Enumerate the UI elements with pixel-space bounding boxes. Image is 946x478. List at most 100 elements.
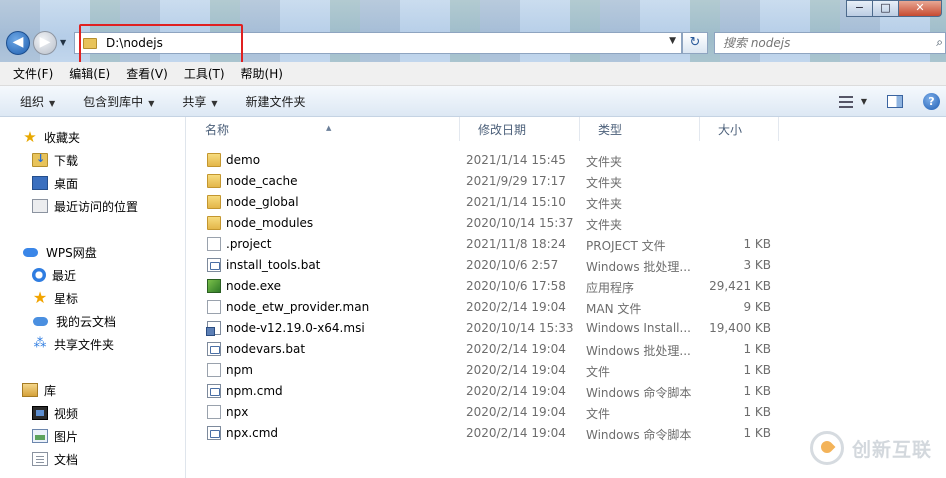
column-size-label: 大小 [718, 123, 743, 137]
column-date-label: 修改日期 [478, 123, 527, 137]
back-button[interactable]: ◀ [6, 31, 30, 55]
downloads-folder-icon [32, 152, 48, 167]
command-label: 组织 [20, 94, 45, 109]
folder-icon [207, 153, 221, 167]
file-row[interactable]: node-v12.19.0-x64.msi 2020/10/14 15:33 Win… [187, 318, 777, 339]
recent-pages-chevron-icon[interactable]: ▼ [60, 38, 66, 47]
desktop-icon [32, 176, 48, 190]
file-date: 2020/2/14 19:04 [466, 363, 566, 377]
file-row[interactable]: node_global 2021/1/14 15:10 文件夹 [187, 192, 777, 213]
maximize-button[interactable]: □ [872, 0, 899, 17]
close-button[interactable]: ✕ [898, 0, 942, 17]
file-row[interactable]: .project 2021/11/8 18:24 PROJECT 文件 1 KB [187, 234, 777, 255]
file-row[interactable]: nodevars.bat 2020/2/14 19:04 Windows 批处理..… [187, 339, 777, 360]
share-icon: ⁂ [33, 336, 47, 351]
column-header-name[interactable]: 名称 ▲ [187, 117, 460, 141]
search-input[interactable] [723, 36, 923, 50]
menu-item[interactable]: 工具(T) [184, 65, 225, 82]
file-size: 1 KB [743, 405, 771, 419]
forward-button[interactable]: ▶ [33, 31, 57, 55]
preview-pane-icon[interactable] [887, 95, 903, 108]
installer-icon [206, 321, 221, 336]
file-type: Windows 批处理... [586, 344, 691, 358]
menu-item[interactable]: 文件(F) [13, 65, 53, 82]
file-icon [207, 300, 221, 314]
command-button[interactable]: 组织 ▼ [20, 93, 55, 110]
file-row[interactable]: install_tools.bat 2020/10/6 2:57 Windows 批… [187, 255, 777, 276]
column-header-date[interactable]: 修改日期 [460, 117, 580, 141]
file-date: 2021/9/29 17:17 [466, 174, 566, 188]
sidebar-item[interactable]: 文档 [32, 449, 78, 469]
file-name: node_cache [226, 174, 298, 188]
sidebar-group-favorites[interactable]: ★ 收藏夹 [22, 127, 80, 147]
change-view-icon[interactable] [838, 95, 853, 108]
file-date: 2021/1/14 15:10 [466, 195, 566, 209]
menu-item[interactable]: 帮助(H) [241, 65, 283, 82]
sidebar-item-label: 图片 [54, 429, 79, 444]
sidebar-group-wps[interactable]: WPS网盘 [22, 242, 97, 262]
file-date: 2020/2/14 19:04 [466, 426, 566, 440]
help-icon[interactable]: ? [923, 93, 940, 110]
file-row[interactable]: npm 2020/2/14 19:04 文件 1 KB [187, 360, 777, 381]
file-size: 9 KB [743, 300, 771, 314]
file-row[interactable]: node.exe 2020/10/6 17:58 应用程序 29,421 KB [187, 276, 777, 297]
file-row[interactable]: node_cache 2021/9/29 17:17 文件夹 [187, 171, 777, 192]
dropdown-chevron-icon: ▼ [49, 98, 56, 108]
file-row[interactable]: npx.cmd 2020/2/14 19:04 Windows 命令脚本 1 KB [187, 423, 777, 444]
menu-item[interactable]: 编辑(E) [69, 65, 110, 82]
search-box[interactable]: ⌕ [714, 32, 946, 54]
file-row[interactable]: demo 2021/1/14 15:45 文件夹 [187, 150, 777, 171]
menu-item[interactable]: 查看(V) [126, 65, 168, 82]
command-label: 共享 [182, 94, 207, 109]
file-date: 2020/10/6 17:58 [466, 279, 566, 293]
sidebar-item[interactable]: 下载 [32, 150, 78, 170]
minimize-button[interactable]: − [846, 0, 873, 17]
file-size: 1 KB [743, 342, 771, 356]
sidebar-group-library[interactable]: 库 [22, 380, 56, 400]
sidebar-item-label: WPS网盘 [46, 245, 97, 260]
sidebar-item[interactable]: ⁂ 共享文件夹 [32, 334, 115, 354]
file-row[interactable]: npm.cmd 2020/2/14 19:04 Windows 命令脚本 1 KB [187, 381, 777, 402]
column-header-type[interactable]: 类型 [580, 117, 700, 141]
watermark-text: 创新互联 [852, 438, 933, 461]
address-dropdown-chevron-icon[interactable]: ▼ [669, 36, 676, 46]
sidebar-item[interactable]: 我的云文档 [32, 311, 116, 331]
column-header-size[interactable]: 大小 [700, 117, 779, 141]
file-date: 2020/2/14 19:04 [466, 405, 566, 419]
sidebar-item[interactable]: 最近访问的位置 [32, 196, 138, 216]
file-date: 2020/10/14 15:33 [466, 321, 574, 335]
clock-icon [32, 268, 46, 282]
search-icon[interactable]: ⌕ [936, 35, 943, 50]
file-type: Windows Install... [586, 321, 691, 335]
file-size: 1 KB [743, 363, 771, 377]
sidebar-item[interactable]: 视频 [32, 403, 78, 423]
file-type: Windows 批处理... [586, 260, 691, 274]
sidebar-item-label: 文档 [54, 452, 79, 467]
file-date: 2021/11/8 18:24 [466, 237, 566, 251]
cloud-icon [32, 314, 50, 328]
batch-file-icon [207, 342, 221, 356]
file-row[interactable]: node_etw_provider.man 2020/2/14 19:04 MAN … [187, 297, 777, 318]
file-name: .project [226, 237, 272, 251]
file-icon [207, 363, 221, 377]
batch-file-icon [207, 384, 221, 398]
sidebar-item[interactable]: 图片 [32, 426, 78, 446]
file-date: 2020/2/14 19:04 [466, 300, 566, 314]
batch-file-icon [207, 258, 221, 272]
sidebar-item[interactable]: 桌面 [32, 173, 78, 193]
command-button[interactable]: 共享 ▼ [182, 93, 217, 110]
file-row[interactable]: node_modules 2020/10/14 15:37 文件夹 [187, 213, 777, 234]
document-icon [32, 452, 48, 466]
file-name: npx [226, 405, 249, 419]
sidebar-item-label: 桌面 [54, 176, 79, 191]
file-date: 2020/2/14 19:04 [466, 342, 566, 356]
sidebar-item[interactable]: ★ 星标 [32, 288, 78, 308]
command-button[interactable]: 包含到库中 ▼ [83, 93, 154, 110]
command-button[interactable]: 新建文件夹 [246, 93, 306, 110]
view-options-chevron-icon[interactable]: ▼ [861, 97, 867, 106]
folder-icon [207, 195, 221, 209]
sidebar-item[interactable]: 最近 [32, 265, 76, 285]
window-controls: − □ ✕ [846, 0, 942, 17]
file-row[interactable]: npx 2020/2/14 19:04 文件 1 KB [187, 402, 777, 423]
refresh-button[interactable]: ↻ [682, 32, 708, 54]
